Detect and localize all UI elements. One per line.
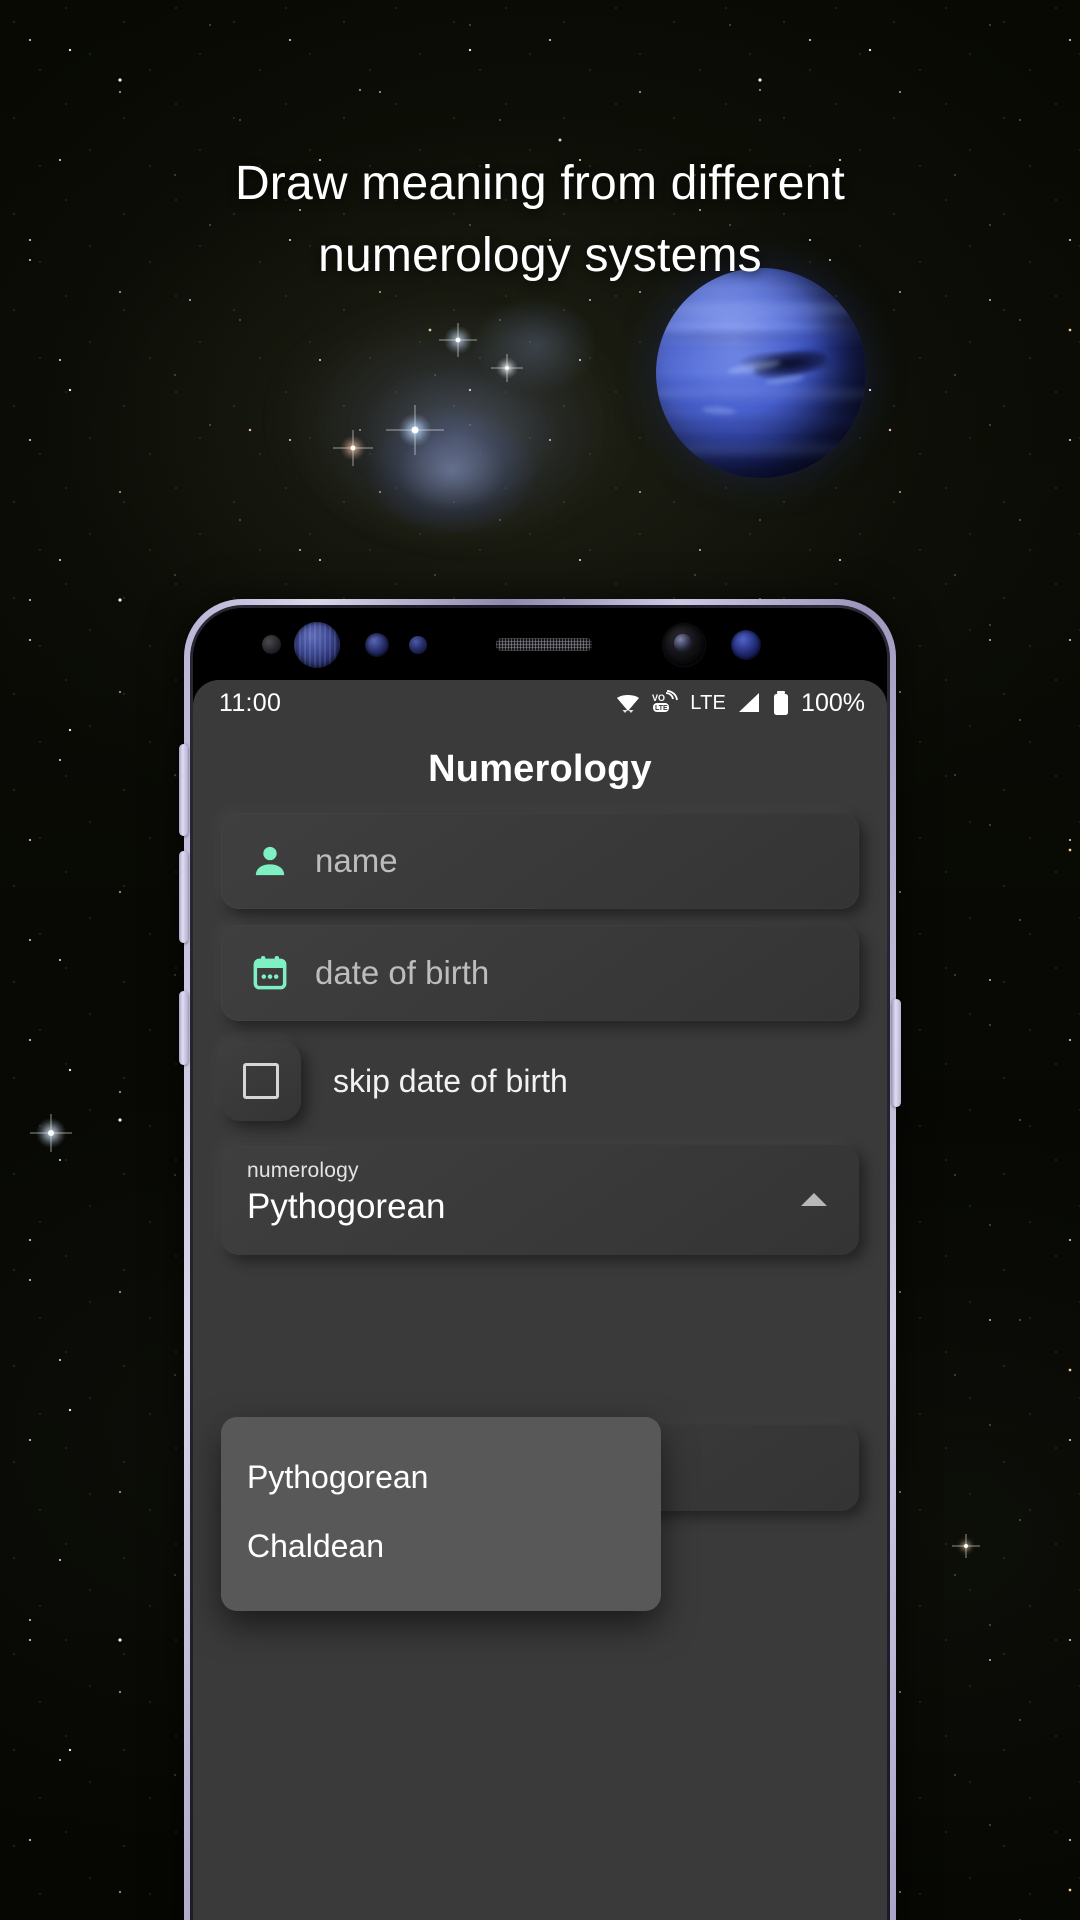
power-button[interactable] [892,999,901,1107]
assistant-button[interactable] [179,991,188,1065]
app-body: name date of birth skip date of birth nu… [193,813,887,1611]
neptune-planet [656,268,866,478]
infrared-sensor-icon [365,633,389,657]
date-of-birth-placeholder: date of birth [315,954,490,991]
numerology-select-value: Pythogorean [247,1187,446,1226]
volte-icon: VO LTE [651,690,681,716]
phone-top-bezel [193,608,887,680]
chevron-up-icon[interactable] [801,1193,827,1206]
promo-screenshot: Draw meaning from different numerology s… [0,0,1080,1920]
light-sensor-icon [409,636,427,654]
name-input[interactable]: name [221,813,859,909]
skip-date-of-birth-row[interactable]: skip date of birth [221,1041,859,1121]
numerology-options-menu[interactable]: Pythogorean Chaldean [221,1417,661,1611]
status-time: 11:00 [219,688,282,717]
numerology-select[interactable]: numerology Pythogorean [221,1145,859,1255]
person-icon [247,838,293,884]
svg-text:VO: VO [652,693,665,703]
iris-scanner-icon [294,622,340,668]
led-indicator-icon [731,630,761,660]
option-chaldean[interactable]: Chaldean [221,1512,661,1581]
option-pythogorean[interactable]: Pythogorean [221,1443,661,1512]
checkbox-square-icon [243,1063,279,1099]
headline-line-1: Draw meaning from different [234,157,846,210]
battery-full-icon [772,690,790,716]
proximity-sensor-icon [262,635,281,654]
status-icons: VO LTE LTE 100% [614,689,865,718]
headline-line-2: numerology systems [318,229,762,282]
wifi-icon [614,691,642,715]
front-camera-icon [663,624,705,666]
phone-mockup: 11:00 VO LTE LTE 100% Numerology name da… [179,599,901,1920]
skip-date-of-birth-label: skip date of birth [333,1062,568,1099]
nebula [250,255,670,555]
svg-text:LTE: LTE [655,705,668,712]
network-type-label: LTE [690,691,727,714]
page-title: Numerology [428,748,652,790]
app-screen: 11:00 VO LTE LTE 100% Numerology name da… [193,680,887,1920]
signal-bars-icon [735,691,763,716]
phone-display: 11:00 VO LTE LTE 100% Numerology name da… [193,608,887,1920]
volume-up-button[interactable] [179,744,188,836]
status-bar: 11:00 VO LTE LTE 100% [193,680,887,726]
volume-down-button[interactable] [179,851,188,943]
calendar-icon [247,950,293,996]
numerology-select-label: numerology [247,1159,359,1182]
skip-date-of-birth-checkbox[interactable] [221,1041,301,1121]
battery-percent: 100% [801,688,865,717]
promo-headline: Draw meaning from different numerology s… [0,148,1080,292]
date-of-birth-input[interactable]: date of birth [221,925,859,1021]
name-input-placeholder: name [315,842,398,879]
earpiece-speaker-icon [496,638,592,651]
